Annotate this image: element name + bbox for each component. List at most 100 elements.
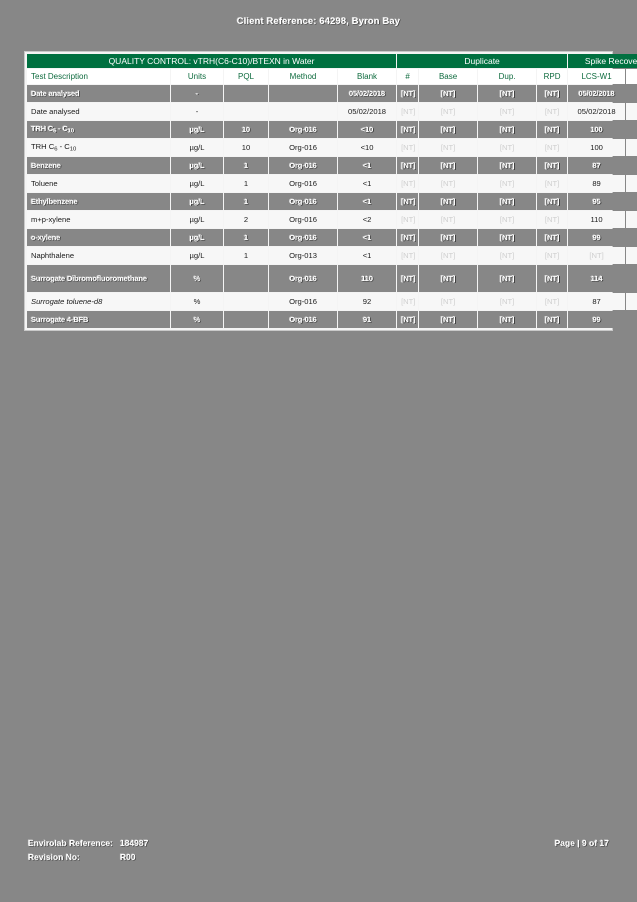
table-row: m+p-xylene µg/L 2 Org-016 <2 [NT] [NT] [NT] [NT]… bbox=[27, 211, 637, 228]
cell-dup: [NT] bbox=[478, 103, 537, 120]
cell-rpd: [NT] bbox=[537, 121, 568, 138]
cell-method: Org-016 bbox=[269, 211, 337, 228]
cell-units: µg/L bbox=[171, 247, 223, 264]
page-footer: Envirolab Reference: 184987 Revision No: R… bbox=[28, 836, 609, 864]
cell-units: µg/L bbox=[171, 211, 223, 228]
cell-lcs: 87 bbox=[568, 293, 626, 310]
cell-lcs: 100 bbox=[568, 139, 626, 156]
cell-lcs: 110 bbox=[568, 211, 626, 228]
column-header-rpd: RPD bbox=[537, 69, 568, 84]
cell-base: [NT] bbox=[419, 103, 478, 120]
cell-method bbox=[269, 85, 337, 102]
cell-test-description: Naphthalene bbox=[27, 247, 170, 264]
cell-dup: [NT] bbox=[478, 85, 537, 102]
cell-rpd: [NT] bbox=[537, 103, 568, 120]
cell-test-description: Surrogate Dibromofluoromethane bbox=[27, 265, 170, 292]
cell-test-description: TRH C6 - C10 bbox=[27, 121, 170, 138]
cell-rpd: [NT] bbox=[537, 157, 568, 174]
cell-number: [NT] bbox=[397, 293, 419, 310]
cell-pql: 1 bbox=[224, 193, 268, 210]
cell-lcs: 05/02/2018 bbox=[568, 103, 626, 120]
column-header-blank: Blank bbox=[338, 69, 397, 84]
cell-dup: [NT] bbox=[478, 211, 537, 228]
cell-method bbox=[269, 103, 337, 120]
cell-number: [NT] bbox=[397, 121, 419, 138]
column-header-base: Base bbox=[419, 69, 478, 84]
cell-base: [NT] bbox=[419, 265, 478, 292]
cell-test-description: Date analysed bbox=[27, 85, 170, 102]
cell-rpd: [NT] bbox=[537, 311, 568, 328]
cell-test-description: Ethylbenzene bbox=[27, 193, 170, 210]
revision-number: Revision No: R00 bbox=[28, 850, 148, 864]
cell-units: µg/L bbox=[171, 229, 223, 246]
cell-rpd: [NT] bbox=[537, 193, 568, 210]
table-row: Ethylbenzene µg/L 1 Org-016 <1 [NT] [NT] [NT] [N… bbox=[27, 193, 637, 210]
column-header-nt: [NT] bbox=[626, 69, 637, 84]
cell-base: [NT] bbox=[419, 211, 478, 228]
cell-dup: [NT] bbox=[478, 139, 537, 156]
column-header-lcs: LCS-W1 bbox=[568, 69, 626, 84]
cell-lcs: 05/02/2018 bbox=[568, 85, 626, 102]
envirolab-reference-label: Envirolab Reference: bbox=[28, 838, 114, 848]
cell-method: Org-016 bbox=[269, 193, 337, 210]
table-band-row: QUALITY CONTROL: vTRH(C6-C10)/BTEXN in W… bbox=[27, 54, 637, 68]
cell-nt: [NT] bbox=[626, 229, 637, 246]
envirolab-reference: Envirolab Reference: 184987 bbox=[28, 836, 148, 850]
cell-pql bbox=[224, 265, 268, 292]
cell-nt: [NT] bbox=[626, 157, 637, 174]
cell-number: [NT] bbox=[397, 265, 419, 292]
cell-lcs: 87 bbox=[568, 157, 626, 174]
cell-pql: 1 bbox=[224, 175, 268, 192]
cell-blank: 05/02/2018 bbox=[338, 85, 397, 102]
cell-blank: 05/02/2018 bbox=[338, 103, 397, 120]
cell-units: % bbox=[171, 265, 223, 292]
cell-test-description: m+p-xylene bbox=[27, 211, 170, 228]
cell-lcs: 100 bbox=[568, 121, 626, 138]
band-duplicate: Duplicate bbox=[397, 54, 568, 68]
quality-control-table: QUALITY CONTROL: vTRH(C6-C10)/BTEXN in W… bbox=[26, 53, 637, 329]
cell-units: % bbox=[171, 311, 223, 328]
page-title: Client Reference: 64298, Byron Bay bbox=[236, 16, 401, 27]
envirolab-reference-value: 184987 bbox=[120, 838, 149, 848]
cell-method: Org-016 bbox=[269, 229, 337, 246]
cell-number: [NT] bbox=[397, 247, 419, 264]
cell-blank: 91 bbox=[338, 311, 397, 328]
cell-test-description: o-xylene bbox=[27, 229, 170, 246]
cell-nt: [NT] bbox=[626, 85, 637, 102]
cell-base: [NT] bbox=[419, 85, 478, 102]
cell-number: [NT] bbox=[397, 175, 419, 192]
cell-blank: <10 bbox=[338, 121, 397, 138]
cell-test-description: Date analysed bbox=[27, 103, 170, 120]
cell-blank: <10 bbox=[338, 139, 397, 156]
cell-dup: [NT] bbox=[478, 193, 537, 210]
cell-pql: 1 bbox=[224, 247, 268, 264]
cell-base: [NT] bbox=[419, 193, 478, 210]
cell-rpd: [NT] bbox=[537, 229, 568, 246]
cell-lcs: 99 bbox=[568, 311, 626, 328]
cell-rpd: [NT] bbox=[537, 211, 568, 228]
cell-base: [NT] bbox=[419, 293, 478, 310]
cell-number: [NT] bbox=[397, 103, 419, 120]
table-body: Date analysed -05/02/2018 [NT] [NT] [NT] [NT]… bbox=[27, 85, 637, 328]
cell-number: [NT] bbox=[397, 139, 419, 156]
column-header-number: # bbox=[397, 69, 419, 84]
cell-rpd: [NT] bbox=[537, 85, 568, 102]
cell-blank: <1 bbox=[338, 175, 397, 192]
cell-units: - bbox=[171, 85, 223, 102]
column-header-test-description: Test Description bbox=[27, 69, 170, 84]
cell-dup: [NT] bbox=[478, 229, 537, 246]
cell-pql: 10 bbox=[224, 121, 268, 138]
cell-nt: [NT] bbox=[626, 211, 637, 228]
cell-units: µg/L bbox=[171, 121, 223, 138]
cell-method: Org-016 bbox=[269, 293, 337, 310]
cell-method: Org-016 bbox=[269, 311, 337, 328]
cell-dup: [NT] bbox=[478, 265, 537, 292]
cell-nt: [NT] bbox=[626, 121, 637, 138]
cell-units: µg/L bbox=[171, 193, 223, 210]
cell-dup: [NT] bbox=[478, 247, 537, 264]
cell-dup: [NT] bbox=[478, 157, 537, 174]
cell-lcs: 95 bbox=[568, 193, 626, 210]
cell-number: [NT] bbox=[397, 193, 419, 210]
cell-test-description: Toluene bbox=[27, 175, 170, 192]
cell-blank: <1 bbox=[338, 229, 397, 246]
